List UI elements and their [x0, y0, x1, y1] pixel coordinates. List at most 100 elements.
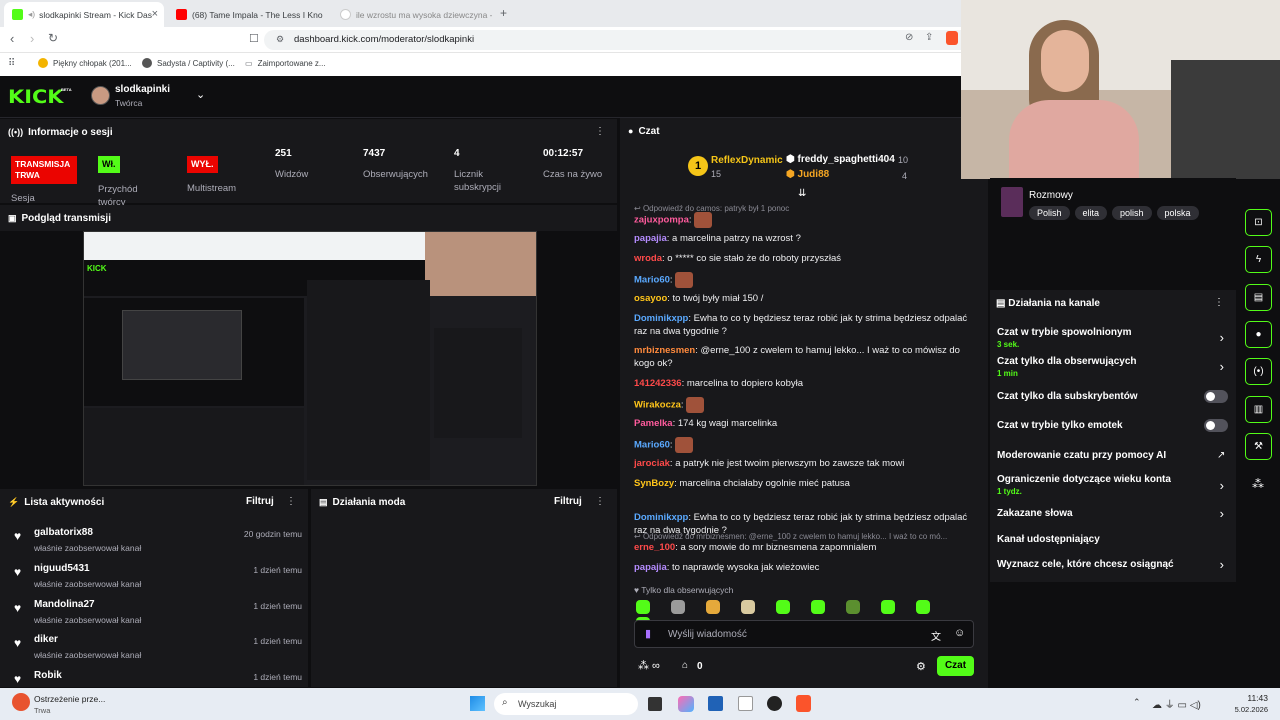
tray-expand-icon[interactable]: ⌃ [1133, 697, 1141, 708]
action-followers-only[interactable]: Czat tylko dla obserwujących 1 min [997, 356, 1137, 378]
external-link-icon[interactable]: ↗ [1217, 450, 1225, 461]
chat-username[interactable]: wroda [634, 253, 662, 264]
chat-username[interactable]: papajia [634, 562, 667, 573]
apps-icon[interactable]: ⠿ [8, 54, 15, 72]
chat-username[interactable]: Mario60 [634, 440, 670, 451]
camera-blocked-icon[interactable]: ⊘ [905, 32, 913, 43]
back-icon[interactable]: ‹ [10, 31, 14, 46]
chevron-right-icon[interactable]: › [1220, 478, 1224, 493]
action-goals[interactable]: Wyznacz cele, które chcesz osiągnąć [997, 559, 1174, 570]
tag[interactable]: Polish [1029, 206, 1070, 220]
share-icon[interactable]: ⇪ [925, 32, 933, 43]
emote-bar[interactable] [636, 600, 976, 631]
site-info-icon[interactable]: ⚙ [276, 34, 284, 45]
bookmark-item-2[interactable]: Sadysta / Captivity (... [142, 54, 235, 72]
forward-icon[interactable]: › [30, 31, 34, 46]
chat-username[interactable]: papajia [634, 233, 667, 244]
action-emote-only: Czat w trybie tylko emotek [997, 420, 1123, 431]
chat-username[interactable]: Pamelka [634, 418, 673, 429]
chat-username[interactable]: SynBozy [634, 478, 674, 489]
action-banned-words[interactable]: Zakazane słowa [997, 508, 1073, 519]
chat-username[interactable]: Mario60 [634, 275, 670, 286]
chat-input[interactable]: ▮ Wyślij wiadomość 文 ☺ [634, 620, 974, 648]
leader-2-name[interactable]: ⬢ freddy_spaghetti404 [786, 154, 895, 165]
reload-icon[interactable]: ↻ [48, 31, 58, 45]
action-ai-moderation[interactable]: Moderowanie czatu przy pomocy AI [997, 450, 1166, 461]
chevron-right-icon[interactable]: › [1220, 359, 1224, 374]
camera-icon[interactable]: ⊡ [1245, 209, 1272, 236]
chat-bubble-icon[interactable]: ● [1245, 321, 1272, 348]
wrench-icon[interactable]: ⚒ [1245, 433, 1272, 460]
tray-icons[interactable]: ☁ ⏚ ▭ ◁) [1152, 696, 1201, 711]
chevron-right-icon[interactable]: › [1220, 506, 1224, 521]
document-icon[interactable]: ▤ [1245, 284, 1272, 311]
chat-message: erne_100: a sory mowie do mr biznesmena … [634, 542, 877, 553]
notepad-icon[interactable] [738, 696, 753, 711]
warning-app-icon[interactable] [12, 693, 30, 711]
bookmark-icon[interactable]: ☐ [249, 32, 259, 45]
more-options-icon[interactable]: ⋮ [595, 126, 605, 137]
collapse-icon[interactable]: ⇊ [798, 188, 806, 199]
lightning-icon[interactable]: ϟ [1245, 246, 1272, 273]
bookmark-item-1[interactable]: Piękny chłopak (201... [38, 54, 132, 72]
close-tab-icon[interactable]: × [152, 8, 158, 20]
emoji-icon[interactable]: ☺ [954, 627, 965, 639]
chat-text: to naprawdę wysoka jak wieżowiec [672, 562, 820, 573]
task-view-icon[interactable] [648, 697, 662, 711]
subs-only-toggle[interactable] [1204, 390, 1228, 403]
url-input[interactable]: ⚙ dashboard.kick.com/moderator/slodkapin… [264, 30, 974, 50]
brave-icon[interactable] [796, 695, 811, 712]
new-tab-button[interactable]: + [500, 6, 507, 20]
send-chat-button[interactable]: Czat [937, 656, 974, 676]
action-slow-mode[interactable]: Czat w trybie spowolnionym 3 sek. [997, 327, 1131, 349]
chat-username[interactable]: Wirakocza [634, 400, 681, 411]
chat-username[interactable]: mrbiznesmen [634, 345, 695, 356]
leader-1-name[interactable]: ReflexDynamic [711, 155, 783, 166]
layout-icon[interactable]: ▥ [1245, 396, 1272, 423]
chevron-right-icon[interactable]: › [1220, 557, 1224, 572]
tag[interactable]: polska [1156, 206, 1199, 220]
tab-google-search[interactable]: ile wzrostu ma wysoka dziewczyna - [332, 2, 492, 27]
infinity-icon[interactable]: ⁂ ∞ [638, 659, 660, 672]
action-host-channel[interactable]: Kanał udostępniający [997, 534, 1100, 545]
heart-icon: ♥ [14, 601, 22, 615]
more-options-icon[interactable]: ⋮ [286, 496, 296, 507]
chat-username[interactable]: zajuxpompa [634, 215, 689, 226]
translate-icon[interactable]: 文 [931, 628, 941, 643]
brave-shield-icon[interactable] [946, 31, 958, 45]
chat-username[interactable]: Dominikxpp [634, 512, 688, 523]
avatar[interactable] [91, 86, 110, 105]
bookmark-folder[interactable]: ▭ Zaimportowane z... [245, 54, 326, 72]
more-options-icon[interactable]: ⋮ [1214, 297, 1224, 308]
app-icon[interactable] [767, 696, 782, 711]
kick-logo[interactable]: KICK [8, 86, 64, 108]
mod-filter-button[interactable]: Filtruj [554, 496, 582, 507]
copilot-icon[interactable] [678, 696, 694, 712]
tab-youtube[interactable]: (68) Tame Impala - The Less I Kno [168, 2, 328, 27]
stream-video[interactable]: KICK [83, 231, 537, 486]
category-thumbnail[interactable] [1001, 187, 1023, 217]
store-icon[interactable] [708, 696, 723, 711]
tag[interactable]: elita [1074, 206, 1108, 220]
more-options-icon[interactable]: ⋮ [595, 496, 605, 507]
activity-filter-button[interactable]: Filtruj [246, 496, 274, 507]
tab-kick-dashboard[interactable]: ◂) slodkapinki Stream - Kick Das × [4, 2, 164, 27]
windows-start-icon[interactable] [470, 696, 485, 711]
chevron-right-icon[interactable]: › [1220, 330, 1224, 345]
leader-3-name[interactable]: ⬢ Judi88 [786, 169, 829, 180]
broadcast-icon[interactable]: (•) [1245, 358, 1272, 385]
chat-username[interactable]: erne_100 [634, 542, 675, 553]
action-account-age[interactable]: Ograniczenie dotyczące wieku konta 1 tydz… [997, 474, 1171, 496]
microphone-icon[interactable]: ▮ [645, 627, 651, 640]
chat-username[interactable]: Dominikxpp [634, 313, 688, 324]
taskbar-search[interactable]: ⌕ Wyszukaj [494, 693, 638, 715]
chat-username[interactable]: jarociak [634, 458, 670, 469]
users-icon[interactable]: ⁂ [1252, 477, 1264, 491]
settings-gear-icon[interactable]: ⚙ [916, 660, 926, 673]
chevron-down-icon[interactable]: ⌄ [196, 88, 205, 101]
tag[interactable]: polish [1112, 206, 1152, 220]
chat-username[interactable]: 141242336 [634, 378, 682, 389]
emote-only-toggle[interactable] [1204, 419, 1228, 432]
chat-username[interactable]: osayoo [634, 293, 667, 304]
gift-icon[interactable]: ⌂ [682, 660, 688, 671]
